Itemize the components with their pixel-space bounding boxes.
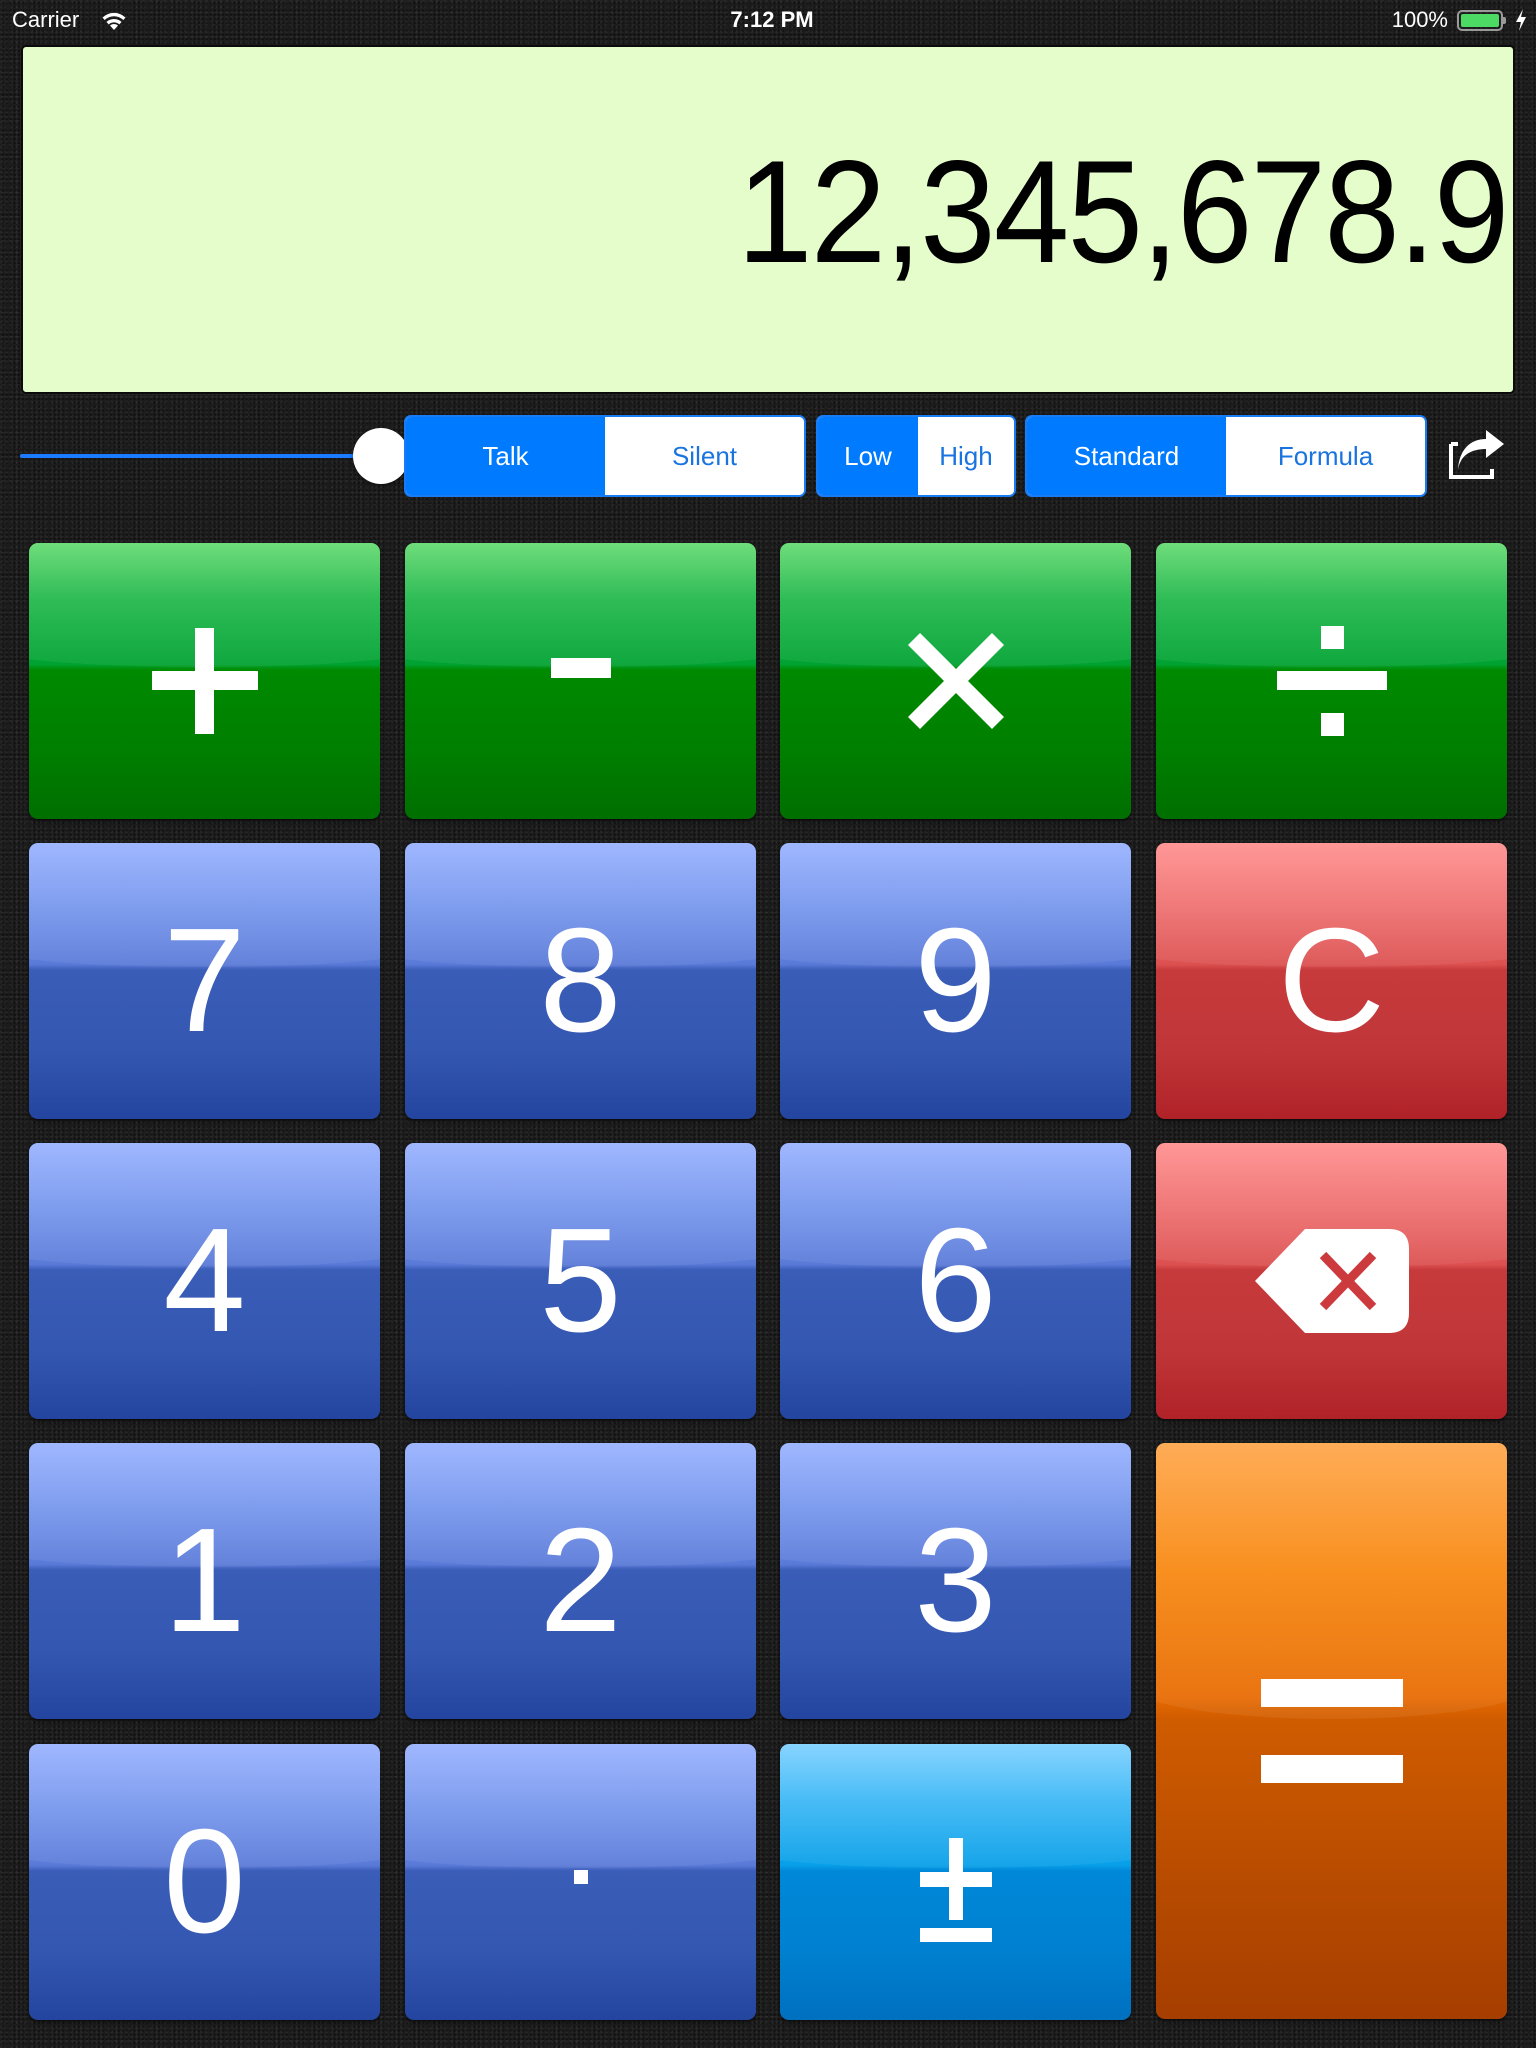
backspace-icon xyxy=(1254,1229,1409,1333)
volume-slider[interactable] xyxy=(20,427,409,485)
digit-5-button[interactable]: 5 xyxy=(405,1143,756,1419)
add-button[interactable] xyxy=(29,543,380,819)
key-label: 6 xyxy=(914,1198,997,1363)
digit-6-button[interactable]: 6 xyxy=(780,1143,1131,1419)
key-label: 4 xyxy=(163,1198,246,1363)
equals-button[interactable] xyxy=(1156,1443,1507,2019)
key-label: 3 xyxy=(914,1498,997,1663)
backspace-button[interactable] xyxy=(1156,1143,1507,1419)
digit-4-button[interactable]: 4 xyxy=(29,1143,380,1419)
plus-minus-icon xyxy=(919,1838,992,1942)
segment-talk[interactable]: Talk xyxy=(406,417,605,495)
segment-high[interactable]: High xyxy=(918,417,1014,495)
multiply-button[interactable] xyxy=(780,543,1131,819)
digit-1-button[interactable]: 1 xyxy=(29,1443,380,1719)
key-label: 8 xyxy=(539,898,622,1063)
digit-2-button[interactable]: 2 xyxy=(405,1443,756,1719)
key-label: 9 xyxy=(914,898,997,1063)
sound-mode-segmented-control[interactable]: Talk Silent xyxy=(404,415,806,497)
clear-button[interactable]: C xyxy=(1156,843,1507,1119)
charging-bolt-icon xyxy=(1516,9,1526,31)
slider-thumb[interactable] xyxy=(353,428,409,484)
digit-3-button[interactable]: 3 xyxy=(780,1443,1131,1719)
divide-icon xyxy=(1276,626,1387,736)
minus-icon xyxy=(550,658,611,678)
display-value: 12,345,678.9 xyxy=(736,130,1509,293)
segment-standard[interactable]: Standard xyxy=(1027,417,1226,495)
digit-8-button[interactable]: 8 xyxy=(405,843,756,1119)
divide-button[interactable] xyxy=(1156,543,1507,819)
share-icon[interactable] xyxy=(1448,430,1506,480)
decimal-point-icon xyxy=(573,1870,588,1884)
battery-percentage: 100% xyxy=(1391,7,1448,32)
key-label: 1 xyxy=(163,1498,246,1663)
battery-level-fill xyxy=(1461,14,1499,27)
result-display: 12,345,678.9 xyxy=(21,45,1515,394)
key-label: 0 xyxy=(163,1799,246,1964)
segment-silent[interactable]: Silent xyxy=(605,417,804,495)
equals-icon xyxy=(1260,1679,1403,1783)
battery-tip xyxy=(1503,17,1506,24)
digit-9-button[interactable]: 9 xyxy=(780,843,1131,1119)
plus-icon xyxy=(151,628,258,734)
segment-low[interactable]: Low xyxy=(818,417,918,495)
calculator-mode-segmented-control[interactable]: Standard Formula xyxy=(1025,415,1427,497)
clock: 7:12 PM xyxy=(730,7,814,32)
decimal-button[interactable] xyxy=(405,1744,756,2020)
digit-0-button[interactable]: 0 xyxy=(29,1744,380,2020)
battery-icon xyxy=(1457,10,1503,31)
slider-track[interactable] xyxy=(20,454,365,458)
pitch-segmented-control[interactable]: Low High xyxy=(816,415,1016,497)
segment-formula[interactable]: Formula xyxy=(1226,417,1425,495)
subtract-button[interactable] xyxy=(405,543,756,819)
multiply-icon xyxy=(907,632,1004,730)
key-label: 7 xyxy=(163,898,246,1063)
key-label: 2 xyxy=(539,1498,622,1663)
digit-7-button[interactable]: 7 xyxy=(29,843,380,1119)
plus-minus-button[interactable] xyxy=(780,1744,1131,2020)
key-label: C xyxy=(1278,898,1385,1063)
key-label: 5 xyxy=(539,1198,622,1363)
